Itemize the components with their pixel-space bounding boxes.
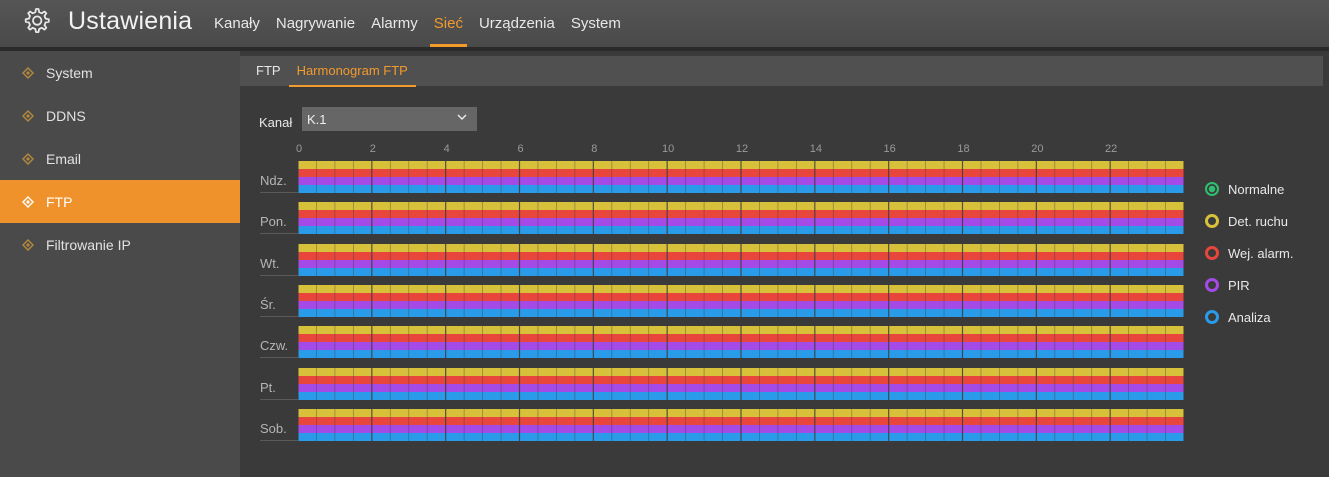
page-title: Ustawienia <box>68 7 193 35</box>
legend-label: Det. ruchu <box>1228 213 1288 229</box>
legend-item[interactable]: Normalne <box>1205 173 1294 205</box>
channel-select[interactable]: K.1 <box>302 107 477 131</box>
legend-label: Analiza <box>1228 309 1271 325</box>
hour-label: 16 <box>883 143 896 155</box>
schedule-row[interactable] <box>298 326 1184 359</box>
hour-scale: 0 2 4 6 8 10 12 14 16 18 20 22 <box>295 143 1186 155</box>
sidebar-item-label: FTP <box>46 193 73 210</box>
day-label: Wt. <box>260 255 280 271</box>
hour-label: 6 <box>517 143 524 155</box>
hour-label: 20 <box>1031 143 1044 155</box>
day-label: Śr. <box>260 296 276 312</box>
hour-label: 22 <box>1105 143 1118 155</box>
sidebar-item-label: System <box>46 64 93 81</box>
main-tabs: Kanały Nagrywanie Alarmy Sieć Urządzenia Syst… <box>206 0 629 47</box>
day-label: Pon. <box>260 214 287 230</box>
sidebar-item-4[interactable]: Filtrowanie IP <box>0 223 240 266</box>
legend-item[interactable]: Analiza <box>1205 301 1294 333</box>
subtab-0[interactable]: FTP <box>248 56 289 86</box>
tab-5[interactable]: System <box>563 0 629 47</box>
sidebar: System DDNS Email FTP Filtrowanie IP <box>0 51 240 477</box>
row-divider <box>260 357 298 359</box>
row-divider <box>260 315 298 317</box>
gear-icon <box>24 8 50 33</box>
legend-item[interactable]: Wej. alarm. <box>1205 237 1294 269</box>
tab-2[interactable]: Alarmy <box>363 0 426 47</box>
day-label: Pt. <box>260 379 276 395</box>
diamond-icon <box>22 195 34 208</box>
radio-icon <box>1205 310 1219 324</box>
legend-item[interactable]: PIR <box>1205 269 1294 301</box>
subtab-1[interactable]: Harmonogram FTP <box>288 56 417 87</box>
day-label: Ndz. <box>260 173 287 188</box>
sidebar-item-3[interactable]: FTP <box>0 180 240 223</box>
row-divider <box>260 274 298 276</box>
sidebar-item-label: DDNS <box>46 107 86 124</box>
diamond-icon <box>22 109 34 122</box>
channel-label: Kanał <box>259 115 293 130</box>
diamond-icon <box>22 152 34 165</box>
sidebar-item-label: Filtrowanie IP <box>46 236 131 253</box>
row-divider <box>260 233 298 235</box>
hour-label: 4 <box>443 143 450 155</box>
top-bar: Ustawienia Kanały Nagrywanie Alarmy Sieć Urz… <box>0 0 1329 51</box>
hour-label: 0 <box>295 143 303 155</box>
main-panel: FTP Harmonogram FTP Kanał K.1 0 2 4 6 8 10 12 14… <box>240 51 1329 477</box>
hour-label: 8 <box>591 143 598 155</box>
tab-1[interactable]: Nagrywanie <box>268 0 363 47</box>
chevron-down-icon <box>457 114 467 121</box>
diamond-icon <box>22 238 34 251</box>
tab-3[interactable]: Sieć <box>426 0 471 47</box>
legend: Normalne Det. ruchu Wej. alarm. PIR Analiza <box>1205 173 1294 333</box>
channel-select-value: K.1 <box>307 112 327 127</box>
schedule-row[interactable] <box>298 408 1184 441</box>
radio-icon <box>1205 182 1219 196</box>
row-divider <box>260 398 298 400</box>
legend-label: PIR <box>1228 277 1250 293</box>
sidebar-item-2[interactable]: Email <box>0 137 240 180</box>
sidebar-item-1[interactable]: DDNS <box>0 94 240 137</box>
schedule-row[interactable] <box>298 284 1184 317</box>
row-divider <box>260 192 298 193</box>
diamond-icon <box>22 66 34 79</box>
schedule-row[interactable] <box>298 243 1184 276</box>
hour-label: 18 <box>957 143 970 155</box>
hour-label: 12 <box>735 143 749 155</box>
radio-icon <box>1205 214 1219 228</box>
sub-tabs: FTP Harmonogram FTP <box>240 56 1323 87</box>
tab-0[interactable]: Kanały <box>206 0 268 47</box>
day-label: Sob. <box>260 420 287 436</box>
radio-icon <box>1205 246 1219 260</box>
hour-label: 14 <box>809 143 822 155</box>
legend-item[interactable]: Det. ruchu <box>1205 205 1294 237</box>
schedule-row[interactable] <box>298 367 1184 400</box>
legend-label: Normalne <box>1228 181 1285 197</box>
legend-label: Wej. alarm. <box>1228 245 1294 261</box>
schedule-row[interactable] <box>298 202 1184 235</box>
sidebar-item-label: Email <box>46 150 82 167</box>
hour-label: 2 <box>369 143 376 155</box>
radio-icon <box>1205 278 1219 292</box>
schedule-row[interactable] <box>298 161 1184 193</box>
hour-label: 10 <box>662 143 675 155</box>
row-divider <box>260 439 298 441</box>
tab-4[interactable]: Urządzenia <box>471 0 563 47</box>
day-label: Czw. <box>260 338 289 354</box>
sidebar-item-0[interactable]: System <box>0 51 240 94</box>
